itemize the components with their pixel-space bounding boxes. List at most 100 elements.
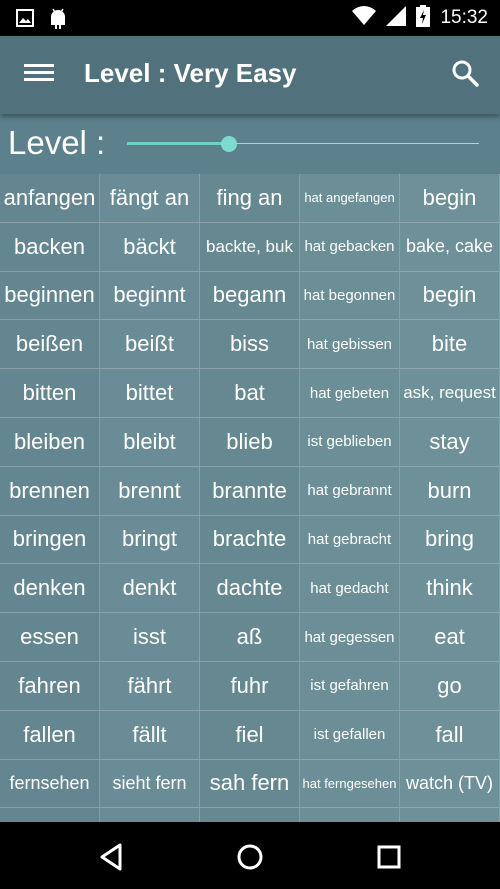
search-icon[interactable] xyxy=(450,58,482,90)
cell-english[interactable]: bring xyxy=(400,515,500,565)
cell-infinitive[interactable]: denken xyxy=(0,564,100,614)
cell-perfect[interactable]: ist gefallen xyxy=(300,710,400,760)
cell-present[interactable]: beißt xyxy=(100,320,200,370)
cell-past[interactable]: begann xyxy=(200,271,300,321)
cell-infinitive[interactable]: bleiben xyxy=(0,417,100,467)
cell-present[interactable]: fährt xyxy=(100,661,200,711)
cell-present[interactable]: isst xyxy=(100,613,200,662)
cell-infinitive[interactable]: fernsehen xyxy=(0,759,100,809)
table-row: beißen beißt biss hat gebissen bite xyxy=(0,320,500,370)
table-row: denken denkt dachte hat gedacht think xyxy=(0,564,500,614)
menu-icon[interactable] xyxy=(22,60,56,90)
battery-icon xyxy=(416,5,431,31)
cell-present[interactable]: denkt xyxy=(100,564,200,614)
cell-infinitive[interactable]: bitten xyxy=(0,369,100,418)
navigation-bar xyxy=(0,822,500,889)
recents-icon[interactable] xyxy=(369,840,409,874)
table-row: bleiben bleibt blieb ist geblieben stay xyxy=(0,417,500,467)
level-slider[interactable] xyxy=(127,136,479,152)
table-row: fahren fährt fuhr ist gefahren go xyxy=(0,661,500,711)
status-time: 15:32 xyxy=(440,7,488,28)
cell-past[interactable]: blieb xyxy=(200,417,300,467)
cell-perfect[interactable] xyxy=(300,808,400,822)
app-bar: Level : Very Easy xyxy=(0,36,500,114)
cell-english[interactable]: ask, request xyxy=(400,369,500,418)
cell-present[interactable]: bittet xyxy=(100,369,200,418)
cell-perfect[interactable]: hat gebracht xyxy=(300,515,400,565)
cell-past[interactable]: backte, buk xyxy=(200,222,300,272)
cell-past[interactable]: brannte xyxy=(200,466,300,516)
slider-fill xyxy=(127,142,230,145)
cell-past[interactable]: fiel xyxy=(200,710,300,760)
cell-english[interactable]: fall xyxy=(400,710,500,760)
cell-perfect[interactable]: hat angefangen xyxy=(300,174,400,223)
table-row: essen isst aß hat gegessen eat xyxy=(0,613,500,662)
cell-english[interactable]: burn xyxy=(400,466,500,516)
cell-present[interactable]: sieht fern xyxy=(100,759,200,809)
cell-present[interactable] xyxy=(100,808,200,822)
cell-english[interactable]: bite xyxy=(400,320,500,370)
cell-perfect[interactable]: ist geblieben xyxy=(300,417,400,467)
cell-infinitive[interactable]: bringen xyxy=(0,515,100,565)
cell-infinitive[interactable] xyxy=(0,808,100,822)
table-row: fallen fällt fiel ist gefallen fall xyxy=(0,710,500,760)
cell-infinitive[interactable]: fahren xyxy=(0,661,100,711)
page-title: Level : Very Easy xyxy=(84,58,297,88)
home-icon[interactable] xyxy=(230,840,270,874)
cell-past[interactable]: aß xyxy=(200,613,300,662)
cell-perfect[interactable]: ist gefahren xyxy=(300,661,400,711)
cell-present[interactable]: bringt xyxy=(100,515,200,565)
cell-perfect[interactable]: hat ferngesehen xyxy=(300,759,400,809)
cell-past[interactable]: fing an xyxy=(200,174,300,223)
cell-past[interactable]: bat xyxy=(200,369,300,418)
cell-english[interactable]: watch (TV) xyxy=(400,759,500,809)
wifi-icon xyxy=(352,6,377,30)
signal-icon xyxy=(386,6,407,30)
cell-present[interactable]: bleibt xyxy=(100,417,200,467)
cell-infinitive[interactable]: beißen xyxy=(0,320,100,370)
slider-thumb[interactable] xyxy=(221,136,238,152)
cell-past[interactable]: dachte xyxy=(200,564,300,614)
cell-present[interactable]: bäckt xyxy=(100,222,200,272)
cell-infinitive[interactable]: beginnen xyxy=(0,271,100,321)
cell-past[interactable]: fuhr xyxy=(200,661,300,711)
cell-present[interactable]: fängt an xyxy=(100,174,200,223)
android-icon xyxy=(48,7,68,33)
cell-past[interactable] xyxy=(200,808,300,822)
cell-english[interactable]: bake, cake xyxy=(400,222,500,272)
cell-infinitive[interactable]: fallen xyxy=(0,710,100,760)
table-row: brennen brennt brannte hat gebrannt burn xyxy=(0,466,500,516)
cell-present[interactable]: fällt xyxy=(100,710,200,760)
table-row: fernsehen sieht fern sah fern hat ferngeseh… xyxy=(0,759,500,809)
cell-english[interactable]: eat xyxy=(400,613,500,662)
cell-past[interactable]: sah fern xyxy=(200,759,300,809)
cell-present[interactable]: brennt xyxy=(100,466,200,516)
table-row: bringen bringt brachte hat gebracht bring xyxy=(0,515,500,565)
cell-english[interactable]: stay xyxy=(400,417,500,467)
table-row: beginnen beginnt begann hat begonnen begin xyxy=(0,271,500,321)
table-row: bitten bittet bat hat gebeten ask, request xyxy=(0,369,500,418)
cell-infinitive[interactable]: essen xyxy=(0,613,100,662)
cell-english[interactable]: begin xyxy=(400,271,500,321)
cell-perfect[interactable]: hat gegessen xyxy=(300,613,400,662)
cell-perfect[interactable]: hat gedacht xyxy=(300,564,400,614)
cell-perfect[interactable]: hat begonnen xyxy=(300,271,400,321)
cell-past[interactable]: brachte xyxy=(200,515,300,565)
cell-english[interactable]: go xyxy=(400,661,500,711)
cell-infinitive[interactable]: backen xyxy=(0,222,100,272)
back-icon[interactable] xyxy=(92,840,132,874)
verb-table: anfangen fängt an fing an hat angefangen beg… xyxy=(0,174,500,822)
cell-english[interactable] xyxy=(400,808,500,822)
cell-past[interactable]: biss xyxy=(200,320,300,370)
cell-perfect[interactable]: hat gebrannt xyxy=(300,466,400,516)
cell-perfect[interactable]: hat gebacken xyxy=(300,222,400,272)
cell-present[interactable]: beginnt xyxy=(100,271,200,321)
cell-perfect[interactable]: hat gebeten xyxy=(300,369,400,418)
cell-english[interactable]: begin xyxy=(400,174,500,223)
cell-perfect[interactable]: hat gebissen xyxy=(300,320,400,370)
cell-infinitive[interactable]: anfangen xyxy=(0,174,100,223)
cell-infinitive[interactable]: brennen xyxy=(0,466,100,516)
table-row: anfangen fängt an fing an hat angefangen beg… xyxy=(0,174,500,223)
status-bar: 15:32 xyxy=(0,0,500,36)
cell-english[interactable]: think xyxy=(400,564,500,614)
